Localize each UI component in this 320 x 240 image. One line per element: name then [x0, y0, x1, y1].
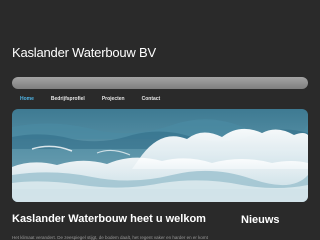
header-divider-bar [12, 77, 308, 89]
nav-item-bedrijfsprofiel[interactable]: Bedrijfsprofiel [51, 96, 85, 102]
intro-text: Het klimaat verandert. De zeespiegel sti… [12, 235, 208, 240]
nav-item-projecten[interactable]: Projecten [102, 96, 125, 102]
welcome-heading: Kaslander Waterbouw heet u welkom [12, 213, 206, 225]
nav-item-home[interactable]: Home [20, 96, 34, 102]
hero-image [12, 109, 308, 202]
news-heading: Nieuws [241, 214, 280, 226]
site-title[interactable]: Kaslander Waterbouw BV [12, 45, 156, 60]
ocean-waves-image [12, 109, 308, 202]
main-navigation: Home Bedrijfsprofiel Projecten Contact [12, 92, 308, 106]
nav-item-contact[interactable]: Contact [142, 96, 161, 102]
